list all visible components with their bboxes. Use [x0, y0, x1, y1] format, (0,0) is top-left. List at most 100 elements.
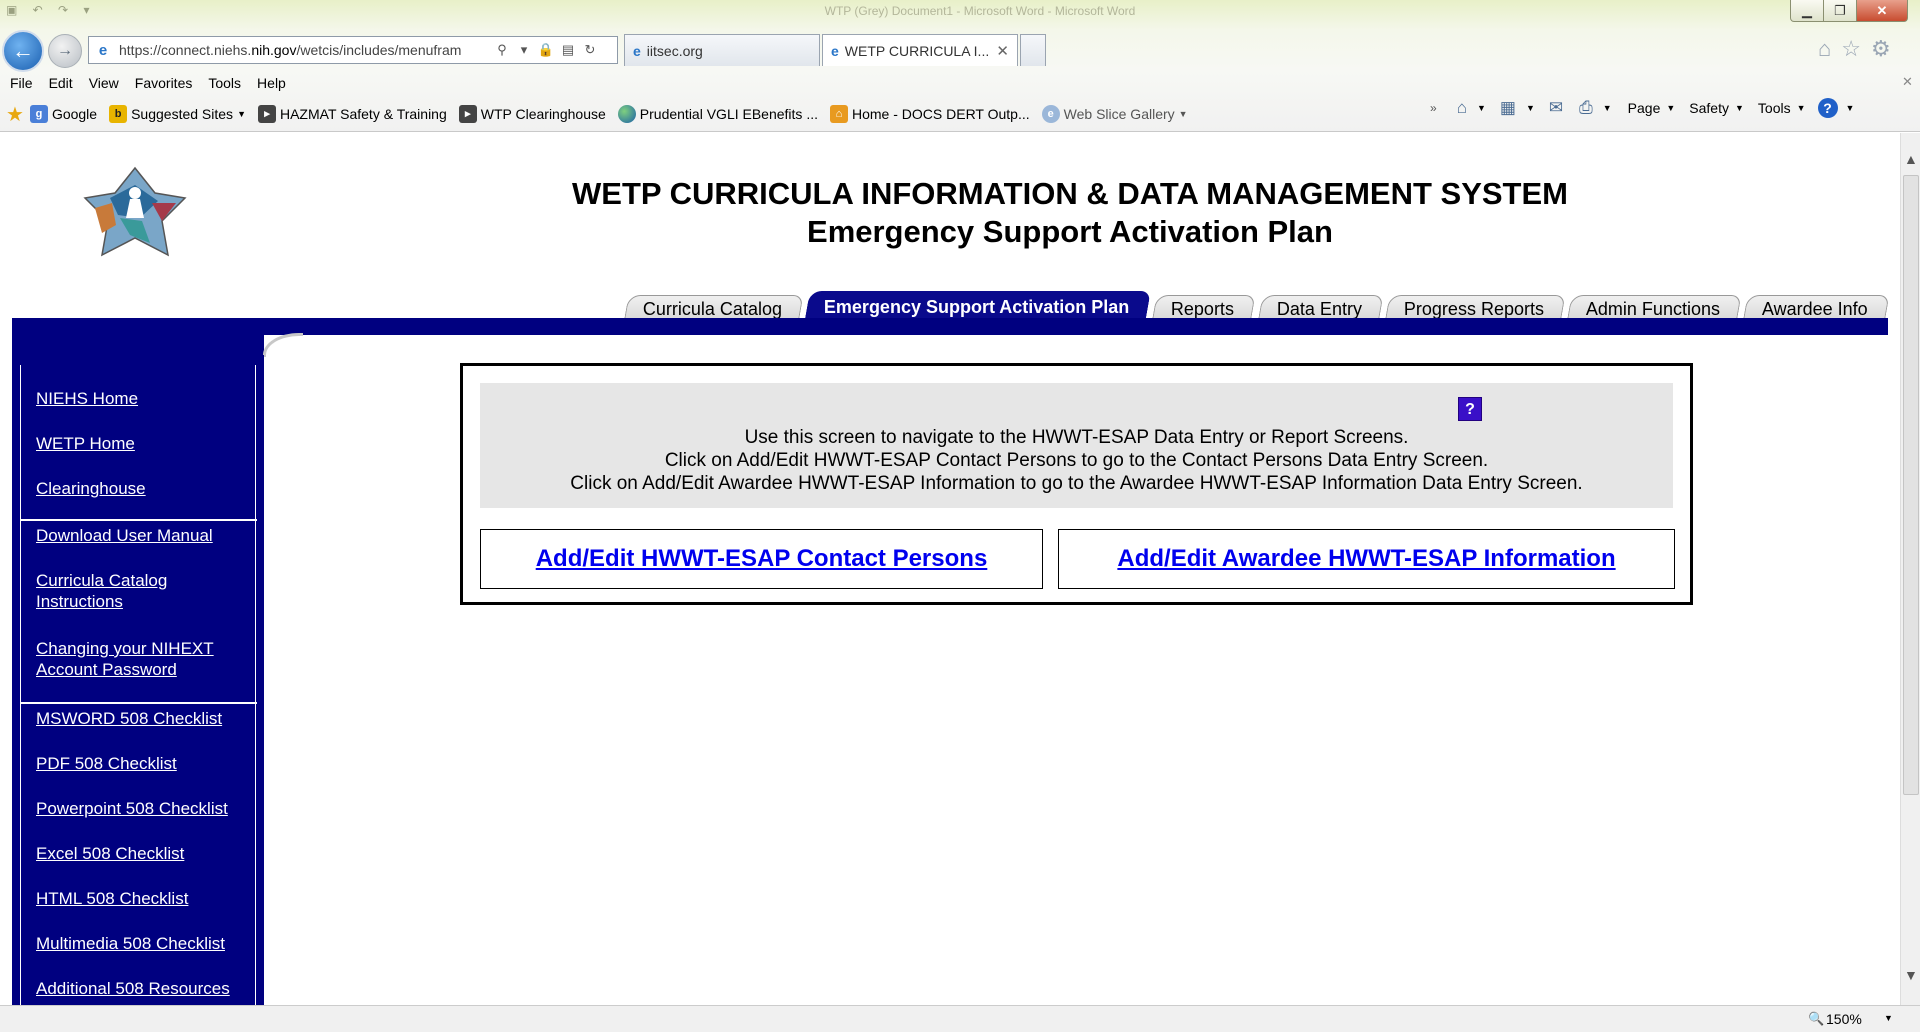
close-window-button[interactable]: ✕: [1856, 0, 1908, 22]
chevron-down-icon[interactable]: ▼: [1477, 103, 1486, 113]
forward-button[interactable]: →: [48, 34, 82, 68]
home-icon[interactable]: ⌂: [1818, 36, 1831, 62]
quick-access-toolbar[interactable]: ▣ ↶ ↷ ▾: [6, 3, 95, 17]
fav-google[interactable]: g Google: [29, 105, 97, 123]
page-title: WETP CURRICULA INFORMATION & DATA MANAGE…: [572, 176, 1568, 211]
rss-feed-icon[interactable]: ▦: [1500, 98, 1516, 118]
sidebar-links: NIEHS Home WETP Home Clearinghouse Downl…: [20, 365, 257, 1005]
sidebar-link-pdf-checklist[interactable]: PDF 508 Checklist: [36, 753, 251, 774]
sidebar-link-powerpoint-checklist[interactable]: Powerpoint 508 Checklist: [36, 798, 251, 819]
tab-label: WETP CURRICULA I...: [844, 42, 990, 59]
url-text[interactable]: https://connect.niehs.nih.gov/wetcis/inc…: [119, 42, 491, 58]
sidebar-link-clearinghouse[interactable]: Clearinghouse: [36, 478, 251, 499]
sidebar-link-excel-checklist[interactable]: Excel 508 Checklist: [36, 843, 251, 864]
fav-docs-dert[interactable]: ⌂ Home - DOCS DERT Outp...: [830, 105, 1030, 123]
address-bar[interactable]: e https://connect.niehs.nih.gov/wetcis/i…: [88, 36, 618, 64]
sidebar: NIEHS Home WETP Home Clearinghouse Downl…: [12, 355, 264, 1005]
command-bar: » ⌂ ▼ ▦ ▼ ✉ ⎙ ▼ Page ▼ Safety ▼ Tools ▼ ? ▼: [1430, 98, 1854, 118]
maximize-button[interactable]: ❐: [1823, 0, 1857, 22]
menu-tools[interactable]: Tools: [208, 75, 241, 91]
minimize-button[interactable]: ▁: [1790, 0, 1824, 22]
ie-icon: e: [831, 42, 839, 59]
help-icon[interactable]: ?: [1817, 98, 1838, 118]
menu-file[interactable]: File: [10, 75, 33, 91]
tab-wetp-curricula[interactable]: e WETP CURRICULA I... ✕: [822, 34, 1018, 66]
sidebar-link-niehs-home[interactable]: NIEHS Home: [36, 388, 251, 409]
favorites-star-icon[interactable]: ★: [6, 102, 24, 127]
vertical-scrollbar[interactable]: ▲ ▼: [1900, 133, 1920, 1005]
title-bar: ▣ ↶ ↷ ▾ WTP (Grey) Document1 - Microsoft…: [0, 0, 1920, 22]
instruction-line: Click on Add/Edit Awardee HWWT-ESAP Info…: [570, 473, 1583, 494]
refresh-icon[interactable]: ↻: [579, 42, 601, 58]
sidebar-link-download-user-manual[interactable]: Download User Manual: [36, 525, 251, 546]
menu-help[interactable]: Help: [257, 75, 286, 91]
add-edit-contact-persons-link[interactable]: Add/Edit HWWT-ESAP Contact Persons: [536, 545, 988, 573]
search-icon[interactable]: ⚲: [491, 42, 513, 58]
sidebar-link-curricula-catalog-instructions[interactable]: Curricula Catalog Instructions: [36, 570, 251, 612]
safety-menu[interactable]: Safety: [1689, 100, 1729, 116]
instruction-line: Use this screen to navigate to the HWWT-…: [744, 427, 1409, 448]
print-icon[interactable]: ⎙: [1579, 98, 1593, 118]
chevron-down-icon[interactable]: ▼: [1846, 103, 1855, 113]
window-title: WTP (Grey) Document1 - Microsoft Word - …: [824, 4, 1136, 18]
close-icon[interactable]: ✕: [1902, 74, 1913, 90]
bing-icon: b: [109, 105, 128, 123]
menu-bar: File Edit View Favorites Tools Help ✕: [0, 72, 1920, 94]
scroll-thumb[interactable]: [1903, 175, 1919, 795]
back-button[interactable]: ←: [2, 30, 44, 72]
overflow-chevron-icon[interactable]: »: [1430, 101, 1437, 115]
star-icon[interactable]: ☆: [1841, 36, 1861, 62]
instruction-line: Click on Add/Edit HWWT-ESAP Contact Pers…: [664, 450, 1489, 471]
zoom-level[interactable]: 150%: [1826, 1011, 1862, 1027]
sidebar-link-msword-checklist[interactable]: MSWORD 508 Checklist: [36, 708, 251, 729]
tab-iitsec[interactable]: e iitsec.org: [624, 34, 820, 66]
sidebar-divider: [21, 519, 257, 521]
browser-right-icons: ⌂ ☆ ⚙: [1818, 36, 1891, 62]
chevron-down-icon[interactable]: ▼: [1884, 1013, 1893, 1023]
fav-prudential[interactable]: Prudential VGLI EBenefits ...: [617, 105, 818, 123]
fav-wtp-clearinghouse[interactable]: ▸ WTP Clearinghouse: [458, 105, 606, 123]
instructions-panel: ? Use this screen to navigate to the HWW…: [480, 383, 1673, 508]
fav-suggested-sites[interactable]: b Suggested Sites ▼: [109, 105, 246, 123]
chevron-down-icon: ▼: [237, 109, 246, 119]
fav-hazmat[interactable]: ▸ HAZMAT Safety & Training: [257, 105, 447, 123]
menu-view[interactable]: View: [89, 75, 119, 91]
chevron-down-icon[interactable]: ▼: [1797, 103, 1806, 113]
gear-icon[interactable]: ⚙: [1871, 36, 1891, 62]
chevron-down-icon[interactable]: ▼: [1735, 103, 1744, 113]
lock-icon[interactable]: 🔒: [535, 42, 557, 58]
chevron-down-icon[interactable]: ▼: [1666, 103, 1675, 113]
sidebar-top: [12, 335, 264, 355]
fav-web-slice[interactable]: e Web Slice Gallery ▼: [1041, 105, 1188, 123]
google-icon: g: [29, 105, 48, 123]
document-icon: ▸: [458, 105, 477, 123]
awardee-cell: Add/Edit Awardee HWWT-ESAP Information: [1058, 529, 1675, 589]
web-slice-icon: e: [1041, 105, 1060, 123]
home-icon[interactable]: ⌂: [1457, 98, 1467, 118]
chevron-down-icon[interactable]: ▼: [1603, 103, 1612, 113]
new-tab-button[interactable]: [1020, 34, 1046, 66]
scroll-down-icon[interactable]: ▼: [1904, 967, 1918, 983]
compatibility-icon[interactable]: ▤: [557, 42, 579, 58]
tools-menu[interactable]: Tools: [1758, 100, 1791, 116]
close-icon[interactable]: ✕: [996, 42, 1009, 60]
menu-favorites[interactable]: Favorites: [135, 75, 193, 91]
globe-icon: [617, 105, 636, 123]
web-page: WETP CURRICULA INFORMATION & DATA MANAGE…: [0, 133, 1900, 1005]
sidebar-link-multimedia-checklist[interactable]: Multimedia 508 Checklist: [36, 933, 251, 954]
sidebar-link-changing-password[interactable]: Changing your NIHEXT Account Password: [36, 638, 251, 680]
sidebar-link-html-checklist[interactable]: HTML 508 Checklist: [36, 888, 251, 909]
zoom-icon[interactable]: 🔍: [1808, 1011, 1824, 1027]
add-edit-awardee-information-link[interactable]: Add/Edit Awardee HWWT-ESAP Information: [1117, 545, 1615, 573]
chevron-down-icon[interactable]: ▼: [1526, 103, 1535, 113]
sidebar-link-additional-resources[interactable]: Additional 508 Resources: [36, 978, 251, 999]
scroll-up-icon[interactable]: ▲: [1904, 151, 1918, 167]
page-menu[interactable]: Page: [1628, 100, 1661, 116]
dropdown-icon[interactable]: ▾: [513, 42, 535, 58]
menu-edit[interactable]: Edit: [49, 75, 73, 91]
sidebar-link-wetp-home[interactable]: WETP Home: [36, 433, 251, 454]
niehs-logo: [83, 166, 187, 257]
chevron-down-icon: ▼: [1178, 109, 1188, 119]
help-button[interactable]: ?: [1458, 397, 1482, 421]
mail-icon[interactable]: ✉: [1549, 98, 1563, 118]
